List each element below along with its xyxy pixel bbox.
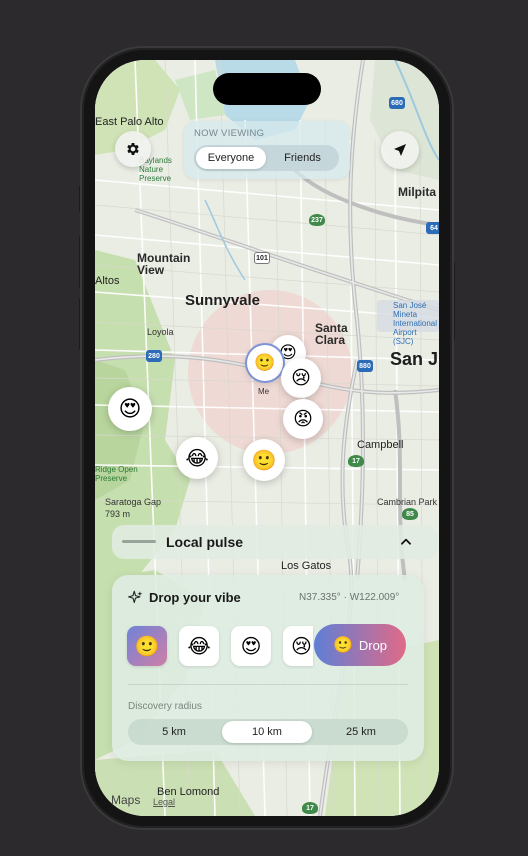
mood-smile-emoji: 🙂 (134, 635, 160, 658)
heart-eyes-emoji: 😍 (118, 396, 142, 421)
phone-screen: East Palo Alto Baylands Nature Preserve … (95, 60, 439, 816)
divider (128, 684, 408, 685)
tears-of-joy-emoji: 😂 (185, 447, 209, 470)
drop-button[interactable]: 🙂 Drop (314, 624, 406, 666)
map-label-airport: San José Mineta International Airport (S… (393, 301, 438, 346)
segment-friends[interactable]: Friends (268, 147, 337, 169)
discovery-radius-control: 5 km 10 km 25 km (128, 719, 408, 745)
now-viewing-card: NOW VIEWING Everyone Friends (184, 121, 350, 179)
emoji-bubble-me[interactable]: 🙂 (247, 345, 283, 381)
smile-emoji: 🙂 (251, 449, 277, 472)
map-label-sunnyvale: Sunnyvale (185, 292, 261, 309)
dynamic-island (213, 73, 321, 105)
local-pulse-title: Local pulse (166, 534, 244, 550)
emoji-bubble-crying[interactable]: 😢 (281, 358, 321, 398)
locate-button[interactable] (381, 131, 419, 169)
map-label-cambrian-park: Cambrian Park (377, 497, 438, 507)
audience-segmented-control: Everyone Friends (194, 145, 339, 171)
emoji-bubble-heart-eyes[interactable]: 😍 (108, 387, 152, 431)
location-arrow-icon (394, 144, 406, 156)
mood-option-crying[interactable]: 😢 (283, 626, 313, 666)
emoji-bubble-angry[interactable]: 😡 (283, 399, 323, 439)
mood-option-heart-eyes[interactable]: 😍 (231, 626, 271, 666)
map-label-san-jose: San J (390, 349, 439, 369)
highway-shield-880: 880 (357, 360, 373, 372)
me-label: Me (258, 387, 270, 396)
radius-option-25km[interactable]: 25 km (316, 721, 406, 743)
crying-emoji: 😢 (291, 367, 311, 389)
emoji-bubble-smile[interactable]: 🙂 (243, 439, 285, 481)
mood-option-smile[interactable]: 🙂 (127, 626, 167, 666)
highway-shield-17-south: 17 (302, 802, 318, 814)
local-pulse-sheet-header[interactable]: Local pulse (112, 525, 438, 559)
mood-option-tears-of-joy[interactable]: 😂 (179, 626, 219, 666)
highway-shield-237: 237 (309, 214, 325, 226)
coordinates-readout: N37.335° · W122.009° (299, 592, 400, 603)
map-label-los-gatos: Los Gatos (281, 560, 332, 572)
map-label-mountain-view: Mountain View (137, 251, 191, 277)
drop-button-label: Drop (358, 637, 388, 653)
drop-vibe-title: Drop your vibe (149, 590, 241, 605)
stage: East Palo Alto Baylands Nature Preserve … (0, 0, 528, 856)
radius-option-10km[interactable]: 10 km (222, 721, 312, 743)
sparkle-icon (128, 590, 143, 604)
radius-option-5km[interactable]: 5 km (130, 721, 218, 743)
highway-shield-680: 680 (389, 97, 405, 109)
highway-shield-17: 17 (348, 455, 364, 467)
drop-vibe-panel: Drop your vibe N37.335° · W122.009° 🙂 😂 … (112, 575, 424, 761)
map-label-altos: Altos (95, 275, 120, 287)
map-label-east-palo-alto: East Palo Alto (95, 116, 164, 128)
map-label-saratoga-gap: Saratoga Gap 793 m (105, 497, 162, 519)
highway-shield-101: 101 (254, 252, 270, 264)
drop-button-emoji: 🙂 (332, 637, 353, 654)
map-label-campbell: Campbell (357, 439, 404, 451)
drag-handle[interactable] (122, 540, 156, 543)
maps-legal-link[interactable]: Legal (153, 796, 175, 808)
chevron-up-icon[interactable] (399, 535, 413, 549)
mood-crying-emoji: 😢 (291, 635, 312, 658)
discovery-radius-label: Discovery radius (128, 701, 202, 712)
highway-shield-85: 85 (402, 508, 418, 520)
map-label-ridge-preserve: Ridge Open Preserve (95, 465, 138, 483)
mood-heart-eyes-emoji: 😍 (240, 635, 262, 658)
mood-tears-emoji: 😂 (187, 635, 211, 658)
map-label-milpitas: Milpita (398, 185, 436, 199)
highway-shield-64: 64 (426, 222, 439, 234)
maps-attribution: Maps (111, 793, 141, 807)
highway-shield-280: 280 (146, 350, 162, 362)
gear-icon (127, 143, 139, 155)
emoji-bubble-tears-of-joy[interactable]: 😂 (176, 437, 218, 479)
angry-emoji: 😡 (293, 408, 313, 430)
map-label-loyola: Loyola (147, 327, 174, 337)
settings-button[interactable] (115, 131, 151, 167)
map-label-santa-clara: Santa Clara (315, 321, 348, 347)
now-viewing-label: NOW VIEWING (194, 128, 265, 139)
me-emoji: 🙂 (254, 353, 276, 372)
segment-everyone[interactable]: Everyone (196, 147, 266, 169)
